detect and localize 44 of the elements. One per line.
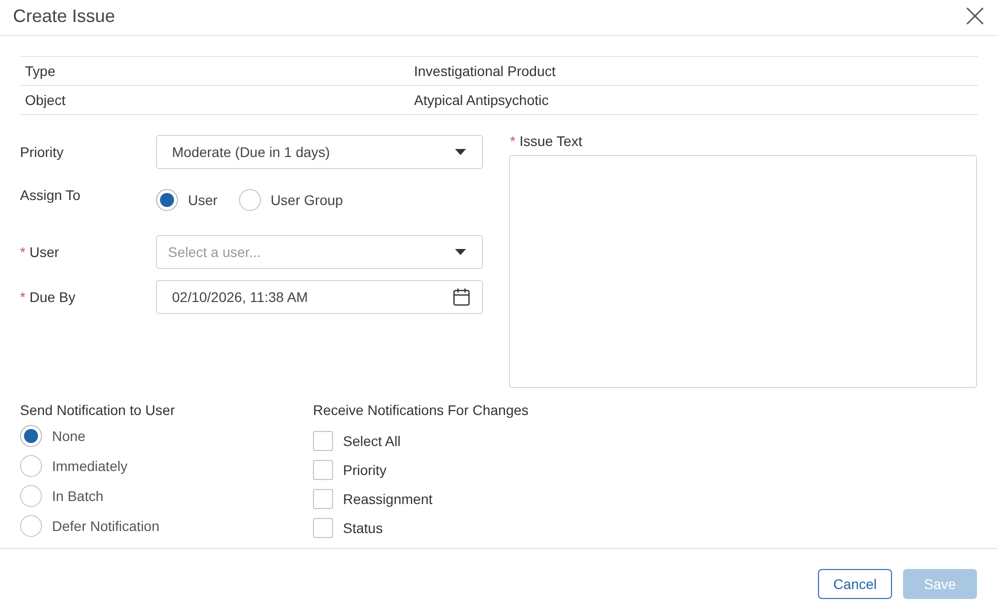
radio-button[interactable] — [20, 455, 42, 477]
section-title: Receive Notifications For Changes — [313, 401, 529, 420]
issue-text-field[interactable] — [509, 155, 977, 388]
date-input[interactable]: 02/10/2026, 11:38 AM — [156, 280, 483, 314]
radio-label: None — [52, 427, 86, 446]
checkbox[interactable] — [313, 430, 333, 450]
radio-label: In Batch — [52, 487, 104, 506]
cancel-button[interactable]: Cancel — [818, 569, 892, 599]
calendar-icon[interactable] — [453, 288, 470, 306]
radio-label: User Group — [270, 191, 343, 210]
close-icon — [966, 6, 984, 24]
table-cell-text: Investigational Product — [414, 62, 556, 81]
section-title: Send Notification to User — [20, 401, 176, 420]
table-cell-text: Type — [24, 62, 56, 81]
required-mark: * — [20, 288, 26, 307]
field-label: User — [29, 243, 60, 262]
caret-icon — [455, 249, 466, 255]
field-label: Assign To — [20, 186, 80, 205]
checkbox-label: Priority — [343, 460, 387, 480]
checkbox[interactable] — [313, 518, 333, 538]
field-label: Due By — [29, 288, 76, 307]
dropdown-select[interactable]: Moderate (Due in 1 days) — [156, 135, 483, 169]
table-cell-text: Object — [24, 91, 66, 110]
radio-button[interactable] — [20, 425, 42, 447]
dialog-title: Create Issue — [13, 5, 116, 27]
radio-button[interactable] — [20, 515, 42, 537]
field-label: Issue Text — [519, 132, 582, 151]
radio-label: Immediately — [52, 457, 128, 476]
field-label: Priority — [20, 143, 64, 162]
required-mark: * — [510, 132, 516, 151]
table-cell-text: Atypical Antipsychotic — [414, 91, 549, 110]
required-mark: * — [20, 243, 26, 262]
radio-label: Defer Notification — [52, 517, 160, 536]
radio-button[interactable] — [156, 189, 178, 211]
checkbox-label: Select All — [343, 432, 401, 450]
radio-button[interactable] — [20, 485, 42, 507]
radio-label: User — [188, 191, 218, 210]
checkbox-label: Reassignment — [343, 490, 432, 508]
caret-icon — [455, 149, 466, 155]
close-button[interactable] — [965, 6, 985, 26]
checkbox[interactable] — [313, 488, 333, 508]
checkbox[interactable] — [313, 460, 333, 480]
radio-button[interactable] — [238, 189, 261, 211]
checkbox-label: Status — [343, 518, 383, 538]
